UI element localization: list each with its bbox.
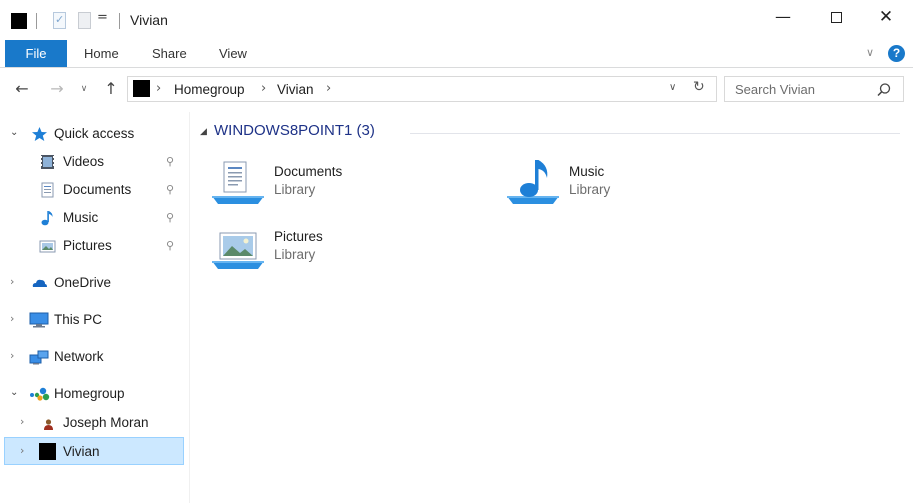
tab-home[interactable]: Home — [84, 40, 119, 67]
breadcrumb-homegroup[interactable]: Homegroup — [174, 82, 245, 97]
collapsed-chevron-icon[interactable]: › — [10, 275, 14, 288]
sidebar-item-quick-access[interactable]: ⌄ Quick access — [0, 120, 188, 148]
library-name: Music — [569, 164, 605, 179]
pin-icon: ⚲ — [166, 211, 175, 224]
sidebar-item-vivian[interactable]: › Vivian — [4, 437, 184, 465]
qat-separator — [119, 13, 120, 29]
search-input[interactable]: Search Vivian — [735, 82, 815, 97]
forward-button[interactable]: → — [47, 78, 67, 100]
library-name: Documents — [274, 164, 343, 179]
address-dropdown-icon[interactable]: ∨ — [669, 82, 676, 93]
videos-icon — [41, 155, 54, 169]
group-header[interactable]: ◢ WINDOWS8POINT1 (3) — [200, 122, 900, 144]
title-bar: = Vivian — ✕ — [0, 0, 913, 38]
music-icon — [41, 211, 53, 226]
sidebar-item-label: Vivian — [63, 444, 100, 459]
help-icon[interactable]: ? — [888, 45, 905, 62]
breadcrumb-separator-icon[interactable]: › — [326, 81, 331, 96]
navigation-bar: ← → ∨ ↑ › Homegroup › Vivian › ∨ ↻ Searc… — [0, 70, 913, 110]
app-icon[interactable] — [11, 13, 27, 29]
pin-icon: ⚲ — [166, 183, 175, 196]
sidebar-item-label: Quick access — [54, 126, 135, 141]
onedrive-icon — [32, 279, 47, 287]
sidebar-item-homegroup[interactable]: ⌄ Homegroup — [0, 380, 188, 408]
tab-share[interactable]: Share — [152, 40, 187, 67]
homegroup-icon — [30, 387, 50, 401]
documents-library-icon — [212, 161, 264, 204]
user-icon — [44, 419, 53, 430]
sidebar-item-label: Joseph Moran — [63, 415, 149, 430]
expanded-chevron-icon[interactable]: ⌄ — [10, 127, 18, 138]
collapsed-chevron-icon[interactable]: › — [10, 349, 14, 362]
collapsed-chevron-icon[interactable]: › — [20, 444, 24, 457]
breadcrumb-vivian[interactable]: Vivian — [277, 82, 314, 97]
recent-locations-button[interactable]: ∨ — [77, 78, 91, 100]
address-bar[interactable]: › Homegroup › Vivian › ∨ ↻ — [127, 76, 717, 102]
minimize-button[interactable]: — — [760, 0, 806, 34]
documents-icon — [41, 182, 54, 198]
group-divider — [410, 133, 900, 134]
pin-icon: ⚲ — [166, 155, 175, 168]
sidebar-item-label: Network — [54, 349, 104, 364]
file-list: ◢ WINDOWS8POINT1 (3) Documents Library M… — [190, 112, 913, 503]
ribbon: File Home Share View ∨ ? — [0, 38, 913, 68]
sidebar-item-videos[interactable]: Videos ⚲ — [0, 148, 188, 176]
window-title: Vivian — [130, 12, 168, 28]
sidebar-item-network[interactable]: › Network — [0, 343, 188, 371]
music-library-icon — [507, 160, 559, 204]
library-name: Pictures — [274, 229, 323, 244]
up-button[interactable]: ↑ — [101, 78, 121, 100]
tab-view[interactable]: View — [219, 40, 247, 67]
close-button[interactable]: ✕ — [863, 0, 909, 34]
breadcrumb-separator-icon[interactable]: › — [156, 81, 161, 96]
sidebar-item-music[interactable]: Music ⚲ — [0, 204, 188, 232]
sidebar-item-label: Music — [63, 210, 99, 225]
tab-file[interactable]: File — [5, 40, 67, 67]
sidebar-item-documents[interactable]: Documents ⚲ — [0, 176, 188, 204]
expanded-chevron-icon[interactable]: ⌄ — [10, 387, 18, 398]
collapse-group-icon[interactable]: ◢ — [200, 127, 207, 137]
network-icon — [29, 350, 49, 365]
group-title: WINDOWS8POINT1 (3) — [214, 122, 375, 139]
search-box[interactable]: Search Vivian — [724, 76, 904, 102]
breadcrumb-separator-icon[interactable]: › — [261, 81, 266, 96]
library-type: Library — [569, 182, 611, 197]
sidebar-item-pictures[interactable]: Pictures ⚲ — [0, 232, 188, 260]
sidebar-item-label: Homegroup — [54, 386, 125, 401]
library-tile-music[interactable]: Music Library — [505, 158, 785, 214]
qat-customize-icon[interactable]: = — [97, 10, 108, 25]
sidebar-item-onedrive[interactable]: › OneDrive — [0, 269, 188, 297]
maximize-button[interactable] — [813, 0, 859, 34]
maximize-icon — [830, 12, 842, 23]
pictures-library-icon — [212, 232, 264, 269]
user-icon — [39, 443, 56, 460]
sidebar-item-label: Documents — [63, 182, 132, 197]
pictures-icon — [39, 240, 56, 253]
collapsed-chevron-icon[interactable]: › — [20, 415, 24, 428]
back-button[interactable]: ← — [12, 78, 32, 100]
new-folder-icon[interactable] — [78, 12, 91, 29]
library-type: Library — [274, 182, 316, 197]
navigation-pane: ⌄ Quick access Videos ⚲ Documents ⚲ Musi… — [0, 112, 190, 503]
computer-icon — [29, 312, 49, 328]
sidebar-item-label: This PC — [54, 312, 103, 327]
star-icon — [32, 127, 47, 141]
sidebar-item-joseph-moran[interactable]: › Joseph Moran — [0, 409, 188, 437]
refresh-icon[interactable]: ↻ — [693, 79, 705, 95]
library-tile-documents[interactable]: Documents Library — [210, 158, 490, 214]
sidebar-item-label: Videos — [63, 154, 105, 169]
sidebar-item-this-pc[interactable]: › This PC — [0, 306, 188, 334]
library-tile-pictures[interactable]: Pictures Library — [210, 223, 490, 279]
collapsed-chevron-icon[interactable]: › — [10, 312, 14, 325]
location-icon — [133, 80, 150, 97]
expand-ribbon-icon[interactable]: ∨ — [866, 46, 874, 59]
sidebar-item-label: Pictures — [63, 238, 112, 253]
qat-separator — [36, 13, 37, 29]
properties-icon[interactable] — [53, 12, 66, 29]
sidebar-item-label: OneDrive — [54, 275, 112, 290]
search-icon[interactable] — [875, 81, 893, 99]
library-type: Library — [274, 247, 316, 262]
pin-icon: ⚲ — [166, 239, 175, 252]
